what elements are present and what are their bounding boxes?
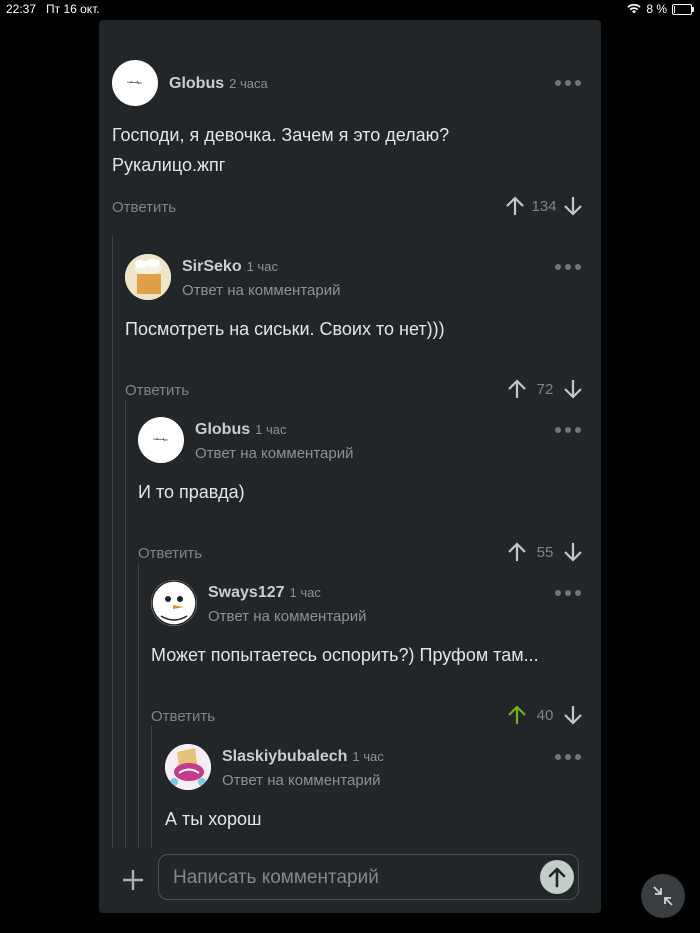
comment: Slaskiybubalech 1 час Ответ на комментари… — [165, 744, 601, 848]
upvote-icon[interactable] — [506, 541, 528, 563]
vote-score: 40 — [536, 706, 554, 724]
upvote-icon[interactable] — [506, 378, 528, 400]
avatar[interactable] — [138, 417, 184, 463]
username-text: SirSeko — [182, 258, 242, 275]
comment-list: Globus 2 часа Господи, я девочка. Зачем я… — [99, 20, 601, 848]
username-text: Slaskiybubalech — [222, 748, 348, 765]
comment-text-line: Господи, я девочка. Зачем я это делаю? — [112, 125, 450, 145]
downvote-icon[interactable] — [562, 704, 584, 726]
reply-button[interactable]: Ответить — [151, 708, 215, 725]
avatar[interactable] — [125, 254, 171, 300]
downvote-icon[interactable] — [562, 195, 584, 217]
comment-composer — [99, 848, 601, 913]
comment-text-line: А ты хорош — [165, 809, 262, 829]
reply-button[interactable]: Ответить — [112, 199, 176, 216]
username-text: Sways127 — [208, 584, 285, 601]
send-arrow-icon — [548, 867, 566, 888]
username[interactable]: Slaskiybubalech 1 час — [222, 748, 384, 766]
battery-percent: 8 % — [646, 2, 667, 16]
vote-control: 72 — [506, 378, 584, 400]
username[interactable]: SirSeko 1 час — [182, 258, 278, 276]
username[interactable]: Globus 2 часа — [169, 75, 268, 93]
comments-panel: Globus 2 часа Господи, я девочка. Зачем я… — [99, 20, 601, 913]
downvote-icon[interactable] — [562, 541, 584, 563]
thread-line — [125, 400, 126, 848]
vote-control: 40 — [506, 704, 584, 726]
comment-time: 1 час — [289, 585, 321, 600]
wifi-icon — [627, 4, 642, 14]
vote-score: 72 — [536, 380, 554, 398]
more-options-button[interactable] — [555, 427, 581, 433]
status-right: 8 % — [627, 2, 694, 16]
add-attachment-icon[interactable] — [121, 868, 145, 892]
vote-score: 55 — [536, 543, 554, 561]
avatar[interactable] — [112, 60, 158, 106]
battery-icon — [672, 3, 694, 15]
avatar[interactable] — [151, 580, 197, 626]
vote-control: 134 — [504, 195, 584, 217]
comment-input-box — [158, 854, 579, 901]
comment-text-line: Может попытаетесь оспорить?) Пруфом там.… — [151, 645, 539, 665]
more-options-button[interactable] — [555, 754, 581, 760]
status-date: Пт 16 окт. — [46, 2, 100, 16]
comment: Sways127 1 час Ответ на комментарий Может… — [151, 580, 601, 730]
collapse-icon — [653, 886, 673, 906]
comment: Globus 2 часа Господи, я девочка. Зачем я… — [112, 60, 601, 240]
status-bar: 22:37 Пт 16 окт. 8 % — [0, 0, 700, 20]
comment-text-line: Рукалицо.жпг — [112, 155, 226, 175]
comment-text-line: И то правда) — [138, 482, 245, 502]
comment: Globus 1 час Ответ на комментарий И то пр… — [138, 417, 601, 567]
username[interactable]: Sways127 1 час — [208, 584, 321, 602]
username-text: Globus — [169, 75, 225, 92]
comment: SirSeko 1 час Ответ на комментарий Посмот… — [125, 254, 601, 404]
comment-time: 1 час — [255, 422, 287, 437]
reply-note: Ответ на комментарий — [182, 282, 341, 299]
send-button[interactable] — [540, 860, 574, 894]
username-text: Globus — [195, 421, 251, 438]
comment-time: 1 час — [352, 749, 384, 764]
status-time: 22:37 — [6, 2, 37, 16]
comment-time: 1 час — [246, 259, 278, 274]
reply-button[interactable]: Ответить — [125, 382, 189, 399]
upvote-icon[interactable] — [504, 195, 526, 217]
comment-time: 2 часа — [229, 76, 268, 91]
vote-score: 134 — [531, 197, 557, 215]
upvote-icon[interactable] — [506, 704, 528, 726]
avatar[interactable] — [165, 744, 211, 790]
vote-control: 55 — [506, 541, 584, 563]
comment-text-line: Посмотреть на сиськи. Своих то нет))) — [125, 319, 445, 339]
more-options-button[interactable] — [555, 590, 581, 596]
reply-note: Ответ на комментарий — [208, 608, 367, 625]
thread-line — [138, 563, 139, 848]
thread-line — [112, 236, 113, 848]
username[interactable]: Globus 1 час — [195, 421, 286, 439]
reply-note: Ответ на комментарий — [195, 445, 354, 462]
more-options-button[interactable] — [555, 80, 581, 86]
reply-button[interactable]: Ответить — [138, 545, 202, 562]
comment-input[interactable] — [171, 855, 535, 901]
downvote-icon[interactable] — [562, 378, 584, 400]
thread-line — [151, 726, 152, 848]
more-options-button[interactable] — [555, 264, 581, 270]
collapse-window-button[interactable] — [641, 874, 685, 918]
reply-note: Ответ на комментарий — [222, 772, 381, 789]
